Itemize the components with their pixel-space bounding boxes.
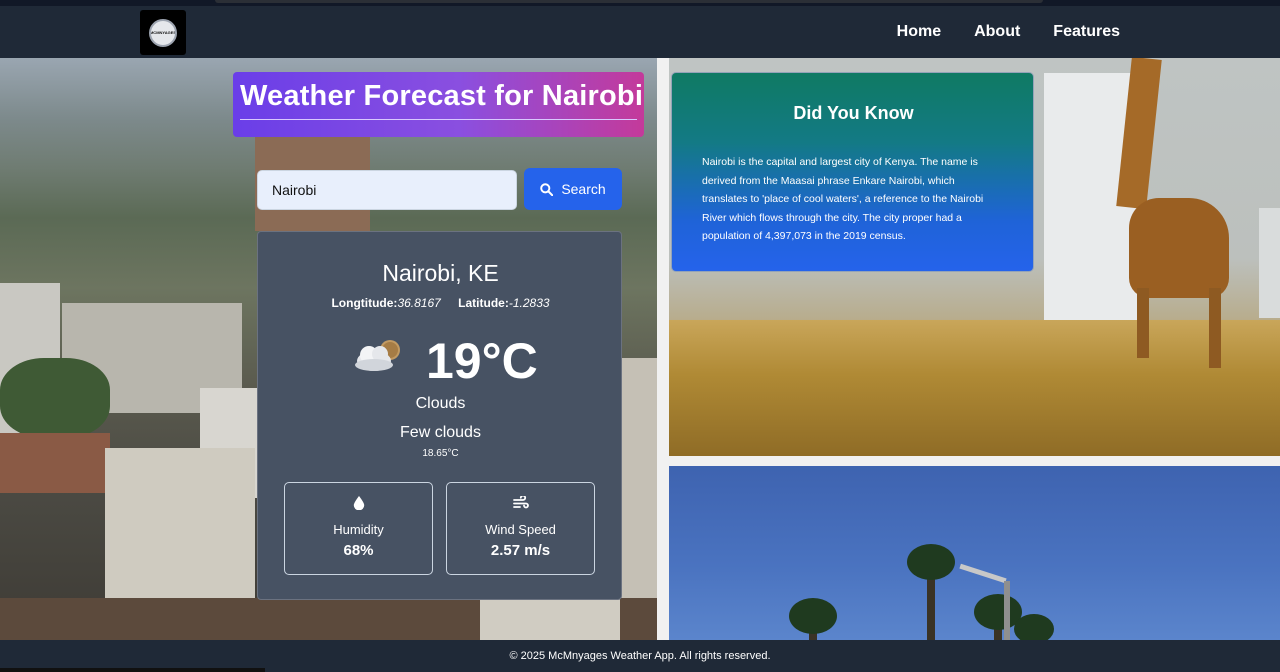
giraffe-shape: [1209, 288, 1221, 368]
giraffe-shape: [1137, 288, 1149, 358]
logo-text: MCMNYAGES: [149, 30, 177, 35]
nav-link-features[interactable]: Features: [1053, 23, 1120, 41]
did-you-know-text: Nairobi is the capital and largest city …: [702, 156, 984, 242]
savanna-grass: [669, 320, 1280, 456]
latitude-value: -1.2833: [508, 296, 550, 310]
weather-description: Few clouds: [400, 424, 481, 441]
wind-speed-box: Wind Speed 2.57 m/s: [446, 482, 595, 575]
coordinates: Longtitude:36.8167 Latitude:-1.2833: [258, 296, 623, 310]
photo-divider: [669, 456, 1280, 466]
taskbar-edge: [0, 668, 265, 672]
search-button-label: Search: [561, 181, 606, 197]
wind-speed-value: 2.57 m/s: [490, 542, 551, 559]
site-logo[interactable]: MCMNYAGES: [140, 10, 186, 55]
navbar: MCMNYAGES Home About Features: [0, 6, 1280, 58]
wind-speed-label: Wind Speed: [485, 522, 556, 537]
nav-link-about[interactable]: About: [974, 23, 1020, 41]
search-icon: [540, 182, 554, 196]
page-title-box: Weather Forecast for Nairobi: [233, 72, 644, 137]
copyright-text: © 2025 McMnyages Weather App. All rights…: [509, 650, 771, 662]
humidity-label: Humidity: [333, 522, 384, 537]
palm-crown: [789, 598, 837, 634]
palm-crown: [1014, 614, 1054, 640]
city-search-input[interactable]: [257, 170, 517, 210]
did-you-know-card: Did You Know Nairobi is the capital and …: [671, 72, 1034, 272]
latitude-label: Latitude:: [458, 296, 509, 310]
building-shape: [480, 598, 620, 640]
weather-condition: Clouds: [415, 395, 466, 412]
search-button[interactable]: Search: [524, 168, 622, 210]
nav-link-home[interactable]: Home: [897, 23, 941, 41]
location-name: Nairobi, KE: [382, 260, 499, 286]
photo-divider: [657, 58, 669, 640]
nav-links: Home About Features: [897, 6, 1120, 58]
logo-emblem: MCMNYAGES: [149, 18, 177, 47]
skyline-tower: [1259, 208, 1280, 318]
palm-photo-background: [669, 466, 1280, 640]
giraffe-shape: [1129, 198, 1229, 298]
did-you-know-title: Did You Know: [793, 103, 914, 123]
palm-trunk: [927, 571, 935, 640]
exact-temperature: 18.65°C: [422, 448, 459, 459]
street-lamp: [959, 563, 1007, 584]
cloud-sun-icon: [355, 340, 400, 371]
longitude-value: 36.8167: [397, 296, 441, 310]
temperature: 19°C: [426, 333, 538, 389]
tree-shape: [0, 358, 110, 438]
building-shape: [0, 433, 110, 493]
humidity-box: Humidity 68%: [284, 482, 433, 575]
page-title: Weather Forecast for Nairobi: [240, 80, 643, 120]
wind-icon: [512, 496, 529, 509]
palm-crown: [907, 544, 955, 580]
weather-card: Nairobi, KE Longtitude:36.8167 Latitude:…: [257, 231, 622, 600]
window-tab-bar: [215, 0, 1043, 3]
street-lamp-pole: [1004, 581, 1010, 640]
droplet-icon: [353, 496, 364, 510]
longitude-label: Longtitude:: [331, 296, 398, 310]
building-shape: [620, 358, 657, 598]
humidity-value: 68%: [343, 542, 374, 559]
